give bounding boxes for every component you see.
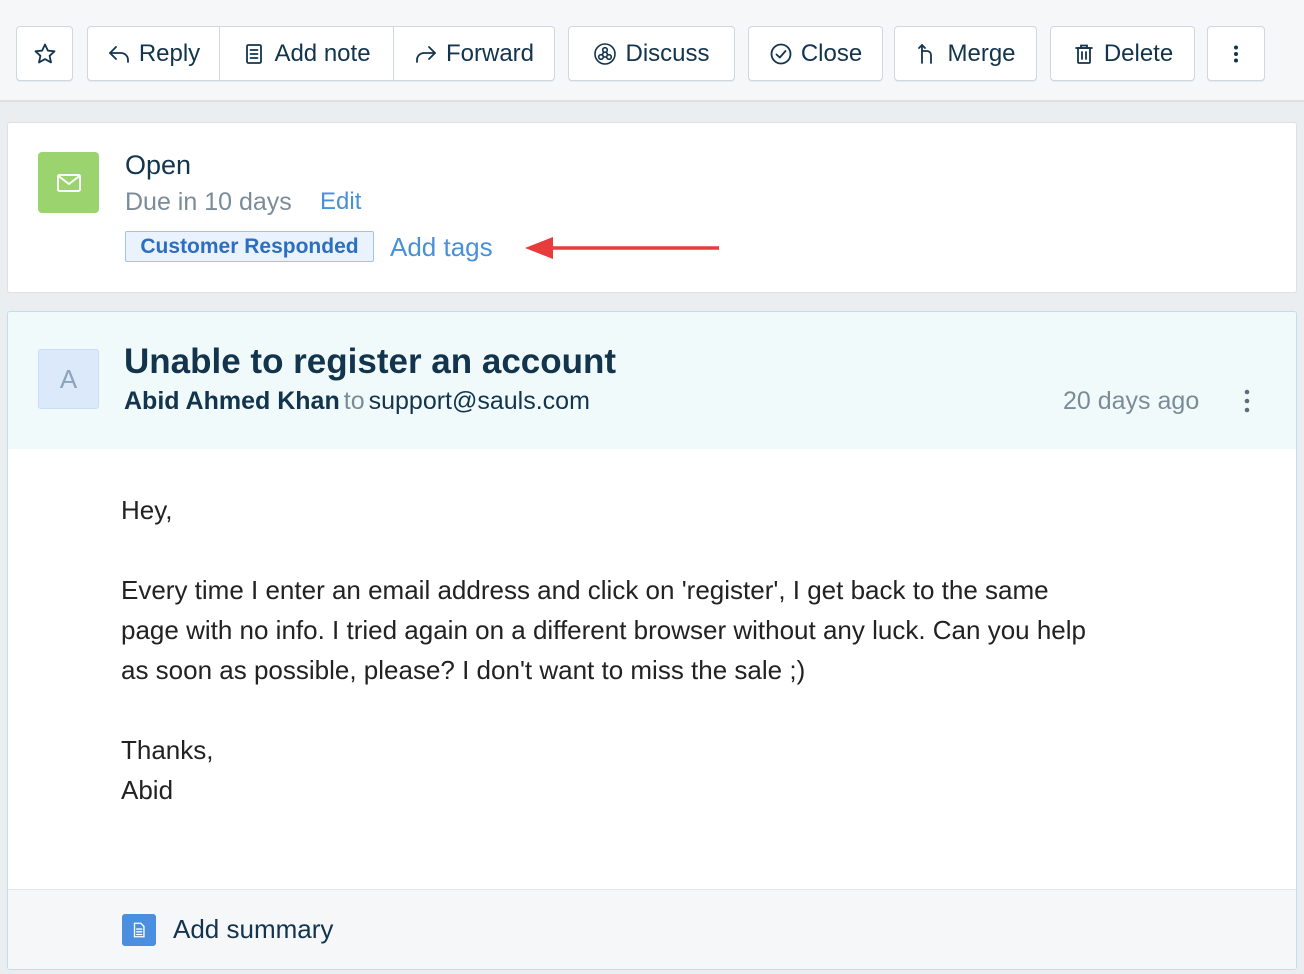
due-date: Due in 10 days <box>125 188 292 216</box>
more-actions-button[interactable] <box>1207 26 1265 81</box>
conversation-card: A Unable to register an account Abid Ahm… <box>7 311 1297 970</box>
reply-label: Reply <box>138 39 201 67</box>
forward-button[interactable]: Forward <box>394 27 554 80</box>
star-button[interactable] <box>16 26 73 81</box>
from-line: Abid Ahmed Khan to support@sauls.com <box>124 387 590 416</box>
merge-icon <box>918 43 933 64</box>
forward-label: Forward <box>445 39 535 67</box>
email-channel-icon <box>38 152 99 213</box>
ticket-status-card: Open Due in 10 days Edit Customer Respon… <box>7 122 1297 293</box>
summary-document-icon[interactable] <box>122 914 156 946</box>
body-greeting: Hey, <box>121 495 173 525</box>
close-label: Close <box>800 39 863 67</box>
body-line: as soon as possible, please? I don't wan… <box>121 655 806 685</box>
add-tags-link[interactable]: Add tags <box>390 232 493 263</box>
ticket-toolbar: Reply Add note Forward Discuss Close Mer… <box>0 0 1304 102</box>
add-note-label: Add note <box>274 39 371 67</box>
to-word: to <box>343 387 365 415</box>
add-summary-link[interactable]: Add summary <box>173 914 333 945</box>
annotation-arrow-icon <box>525 237 719 259</box>
note-icon <box>246 43 263 64</box>
discuss-button[interactable]: Discuss <box>568 26 735 81</box>
body-signature: Abid <box>121 775 174 805</box>
body-line: Every time I enter an email address and … <box>121 575 1049 605</box>
merge-button[interactable]: Merge <box>894 26 1037 81</box>
message-body: Hey, Every time I enter an email address… <box>121 490 1201 810</box>
avatar: A <box>38 349 99 409</box>
discuss-label: Discuss <box>625 39 710 67</box>
delete-label: Delete <box>1103 39 1174 67</box>
reply-button[interactable]: Reply <box>88 27 220 80</box>
reply-button-group: Reply Add note Forward <box>87 26 555 81</box>
sender-name[interactable]: Abid Ahmed Khan <box>124 387 340 415</box>
ticket-tag[interactable]: Customer Responded <box>125 231 374 262</box>
message-timestamp: 20 days ago <box>1063 387 1200 415</box>
close-button[interactable]: Close <box>748 26 883 81</box>
body-thanks: Thanks, <box>121 735 214 765</box>
forward-icon <box>416 45 436 63</box>
merge-label: Merge <box>947 39 1016 67</box>
reply-icon <box>108 45 129 63</box>
add-note-button[interactable]: Add note <box>220 27 394 80</box>
recipient-address: support@sauls.com <box>368 387 590 415</box>
trash-icon <box>1074 44 1093 64</box>
delete-button[interactable]: Delete <box>1050 26 1195 81</box>
ticket-status: Open <box>125 150 192 180</box>
conversation-header: A Unable to register an account Abid Ahm… <box>8 312 1296 449</box>
discuss-icon <box>594 42 617 65</box>
ticket-subject: Unable to register an account <box>124 342 617 381</box>
message-more-icon[interactable] <box>1240 389 1254 413</box>
body-line: page with no info. I tried again on a di… <box>121 615 1086 645</box>
star-icon <box>34 43 55 63</box>
conversation-footer: Add summary <box>8 889 1296 969</box>
check-circle-icon <box>770 43 792 64</box>
more-vertical-icon <box>1234 45 1238 62</box>
edit-due-link[interactable]: Edit <box>320 188 361 216</box>
